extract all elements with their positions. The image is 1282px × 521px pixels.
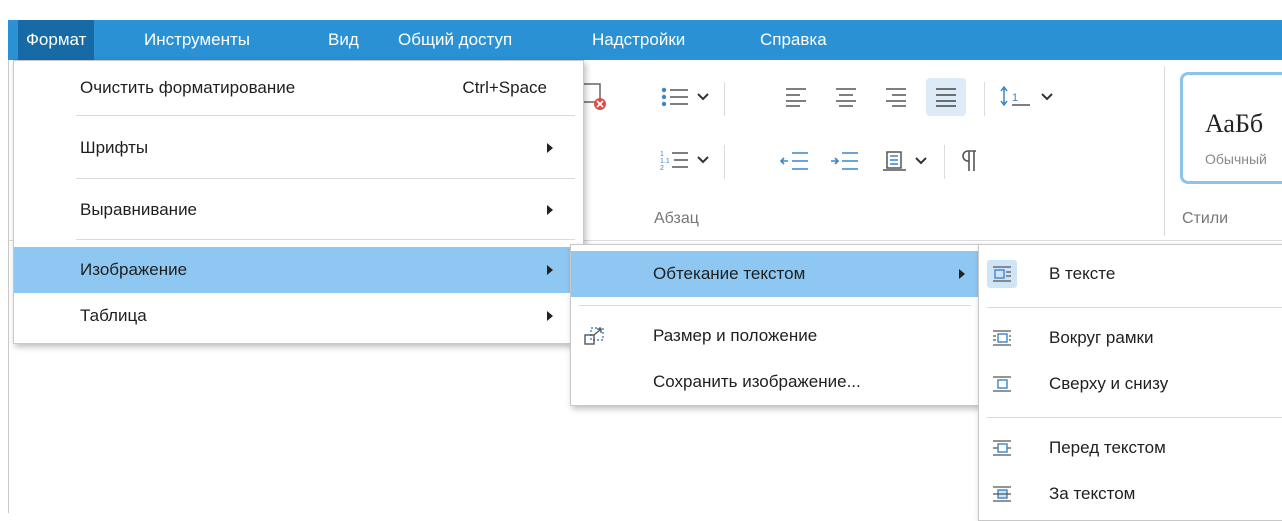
menu-item-wrap-in-front[interactable]: Перед текстом — [979, 425, 1282, 471]
submenu-arrow-icon — [547, 205, 553, 215]
wrap-top-bottom-icon — [993, 376, 1011, 392]
pilcrow-icon[interactable] — [960, 148, 980, 174]
menu-item-wrap-square[interactable]: Вокруг рамки — [979, 315, 1282, 361]
increase-indent-icon[interactable] — [830, 150, 860, 172]
menu-item-label: Сверху и снизу — [1049, 374, 1169, 393]
menu-separator — [987, 307, 1282, 308]
menu-item-wrap-behind[interactable]: За текстом — [979, 471, 1282, 517]
align-justify-icon[interactable] — [934, 86, 958, 108]
submenu-arrow-icon — [959, 269, 965, 279]
menu-item-label: Выравнивание — [80, 200, 198, 219]
bullet-list-icon[interactable] — [660, 86, 690, 108]
group-divider — [1164, 66, 1165, 236]
menu-separator — [76, 178, 575, 179]
chevron-down-icon[interactable] — [914, 156, 928, 166]
menu-item-label: За текстом — [1049, 484, 1136, 503]
shortcut-label: Ctrl+Space — [462, 78, 547, 97]
divider — [984, 82, 985, 116]
chevron-down-icon[interactable] — [1040, 92, 1054, 102]
menu-item-fonts[interactable]: Шрифты — [14, 125, 583, 171]
menu-separator — [579, 305, 971, 306]
menu-item-label: Шрифты — [80, 138, 149, 157]
submenu-arrow-icon — [547, 265, 553, 275]
image-error-icon[interactable] — [580, 82, 610, 112]
menu-item-wrap-top-bottom[interactable]: Сверху и снизу — [979, 361, 1282, 407]
style-name: Обычный — [1205, 151, 1267, 167]
paragraph-group-label: Абзац — [654, 210, 699, 227]
menu-format[interactable]: Формат — [18, 20, 95, 60]
menu-item-alignment[interactable]: Выравнивание — [14, 187, 583, 233]
menu-item-save-image[interactable]: Сохранить изображение... — [571, 359, 979, 405]
menu-addons[interactable]: Надстройки — [584, 20, 693, 60]
divider — [944, 145, 945, 179]
image-submenu: Обтекание текстом Размер и положение Сох… — [570, 244, 980, 406]
wrap-square-icon — [993, 330, 1011, 346]
menu-item-wrap-inline[interactable]: В тексте — [979, 251, 1282, 297]
menu-separator — [987, 417, 1282, 418]
svg-text:1: 1 — [1012, 92, 1018, 104]
menu-item-image[interactable]: Изображение — [14, 247, 583, 293]
menu-separator — [76, 239, 575, 240]
menu-item-label: Сохранить изображение... — [653, 372, 861, 391]
svg-text:1.1: 1.1 — [660, 158, 670, 165]
style-normal-card[interactable]: АаБб Обычный — [1180, 72, 1282, 184]
menu-item-table[interactable]: Таблица — [14, 293, 583, 339]
wrap-in-front-icon — [993, 440, 1011, 456]
submenu-arrow-icon — [547, 311, 553, 321]
menu-item-label: Вокруг рамки — [1049, 328, 1154, 347]
paragraph-border-icon[interactable] — [882, 148, 908, 174]
menu-sharing[interactable]: Общий доступ — [390, 20, 520, 60]
menu-item-label: В тексте — [1049, 264, 1116, 283]
line-spacing-icon[interactable]: 1 — [1000, 84, 1034, 108]
menu-item-label: Изображение — [80, 260, 188, 279]
menu-help[interactable]: Справка — [752, 20, 835, 60]
menu-item-text-wrap[interactable]: Обтекание текстом — [571, 251, 979, 297]
menu-item-clear-formatting[interactable]: Очистить форматирование Ctrl+Space — [14, 65, 583, 111]
wrap-inline-icon — [993, 266, 1011, 282]
menu-item-label: Обтекание текстом — [653, 264, 806, 283]
decrease-indent-icon[interactable] — [780, 150, 810, 172]
align-center-icon[interactable] — [834, 86, 858, 108]
svg-text:1: 1 — [660, 151, 664, 158]
style-sample: АаБб — [1205, 109, 1264, 138]
menu-item-size-position[interactable]: Размер и положение — [571, 313, 979, 359]
divider — [724, 82, 725, 116]
submenu-arrow-icon — [547, 143, 553, 153]
menu-bar: Формат Инструменты Вид Общий доступ Надс… — [8, 20, 1282, 60]
chevron-down-icon[interactable] — [696, 92, 710, 102]
menu-separator — [76, 115, 575, 116]
chevron-down-icon[interactable] — [696, 155, 710, 165]
menu-item-label: Таблица — [80, 306, 147, 325]
menu-item-label: Очистить форматирование — [80, 78, 296, 97]
wrap-behind-icon — [993, 486, 1011, 502]
svg-text:2: 2 — [660, 165, 664, 172]
divider — [724, 145, 725, 179]
resize-icon — [584, 327, 604, 345]
text-wrap-submenu: В тексте Вокруг рамки Сверху и снизу Пер… — [978, 244, 1282, 521]
align-left-icon[interactable] — [784, 86, 808, 108]
format-menu: Очистить форматирование Ctrl+Space Шрифт… — [13, 60, 584, 344]
styles-group-label: Стили — [1182, 210, 1229, 227]
menu-item-label: Перед текстом — [1049, 438, 1166, 457]
align-right-icon[interactable] — [884, 86, 908, 108]
menu-tools[interactable]: Инструменты — [136, 20, 258, 60]
menu-view[interactable]: Вид — [320, 20, 367, 60]
numbered-list-icon[interactable]: 1 1.1 2 — [660, 148, 690, 172]
menu-item-label: Размер и положение — [653, 326, 818, 345]
